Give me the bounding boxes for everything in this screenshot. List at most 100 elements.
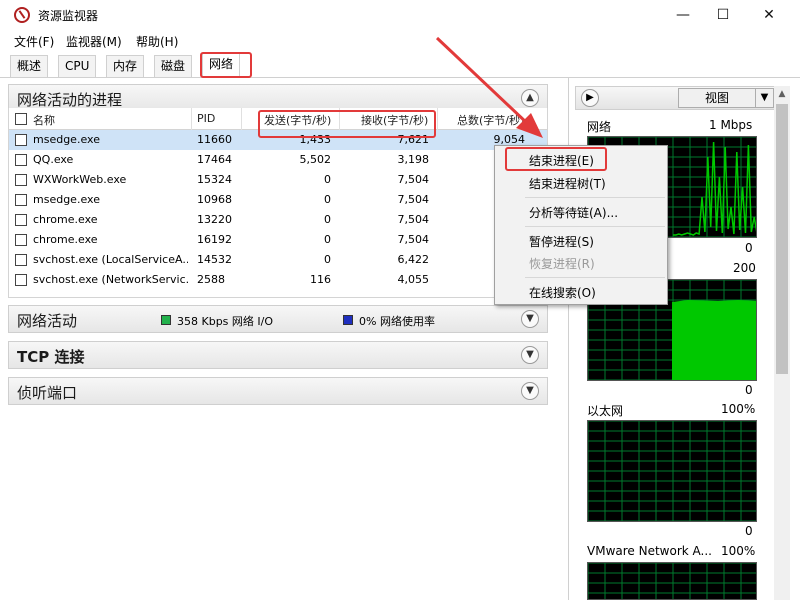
row-checkbox[interactable]	[15, 194, 27, 206]
process-name: QQ.exe	[33, 153, 74, 166]
tab-memory[interactable]: 内存	[106, 55, 145, 77]
menu-item-end-process[interactable]: 结束进程(E)	[529, 152, 594, 169]
graph-network-scale: 1 Mbps	[709, 118, 753, 132]
row-checkbox[interactable]	[15, 254, 27, 266]
process-send: 0	[324, 173, 331, 186]
process-table: 名称 PID 发送(字节/秒) 接收(字节/秒) 总数(字节/秒) msedge…	[8, 108, 548, 298]
column-pid[interactable]: PID	[197, 112, 215, 125]
process-receive: 7,504	[397, 173, 430, 186]
context-menu: 结束进程(E) 结束进程树(T) 分析等待链(A)... 暂停进程(S) 恢复进…	[494, 145, 668, 305]
process-name: svchost.exe (NetworkServic...	[33, 273, 188, 286]
column-name[interactable]: 名称	[33, 112, 55, 128]
process-pid: 15324	[197, 173, 232, 186]
column-receive[interactable]: 接收(字节/秒)	[361, 112, 428, 128]
process-receive: 7,504	[397, 193, 430, 206]
menu-separator	[525, 197, 665, 198]
table-row[interactable]: chrome.exe 16192 0 7,504	[9, 230, 547, 250]
process-send: 1,433	[299, 133, 332, 146]
view-dropdown-arrow-icon[interactable]: ▼	[756, 88, 774, 108]
menu-item-search-online[interactable]: 在线搜索(O)	[529, 284, 596, 301]
listen-section-header[interactable]: 侦听端口 ▼	[8, 377, 548, 405]
row-checkbox[interactable]	[15, 214, 27, 226]
process-pid: 11660	[197, 133, 232, 146]
process-pid: 10968	[197, 193, 232, 206]
graph-network-min: 0	[745, 241, 753, 255]
scroll-up-icon[interactable]: ▲	[774, 86, 790, 102]
row-checkbox[interactable]	[15, 174, 27, 186]
menu-item-end-process-tree[interactable]: 结束进程树(T)	[529, 175, 606, 192]
tab-disk[interactable]: 磁盘	[154, 55, 193, 77]
tcp-section-title: TCP 连接	[17, 348, 85, 366]
table-row[interactable]: svchost.exe (NetworkServic... 2588 116 4,05…	[9, 270, 547, 290]
process-send: 0	[324, 253, 331, 266]
process-pid: 14532	[197, 253, 232, 266]
listen-section-title: 侦听端口	[17, 384, 78, 402]
menu-file[interactable]: 文件(F)	[14, 33, 54, 50]
row-checkbox[interactable]	[15, 134, 27, 146]
menu-item-analyze-wait-chain[interactable]: 分析等待链(A)...	[529, 204, 618, 221]
column-total[interactable]: 总数(字节/秒)	[457, 112, 524, 128]
process-receive: 6,422	[397, 253, 430, 266]
scroll-thumb[interactable]	[776, 104, 788, 374]
network-usage-text: 0% 网络使用率	[359, 315, 435, 328]
graph-vmware-label: VMware Network A...	[587, 544, 712, 558]
column-divider[interactable]	[241, 108, 242, 130]
menu-separator	[525, 277, 665, 278]
title-bar[interactable]: 资源监视器 — ☐ ✕	[0, 0, 800, 30]
menu-separator	[525, 226, 665, 227]
menu-item-suspend-process[interactable]: 暂停进程(S)	[529, 233, 594, 250]
menu-item-resume-process: 恢复进程(R)	[529, 257, 595, 271]
table-row[interactable]: QQ.exe 17464 5,502 3,198	[9, 150, 547, 170]
vmware-graph	[587, 562, 757, 600]
column-divider[interactable]	[339, 108, 340, 130]
chevron-right-icon[interactable]: ▶	[581, 89, 599, 107]
process-receive: 7,504	[397, 213, 430, 226]
graph-scrollbar[interactable]: ▲	[774, 86, 790, 600]
column-send[interactable]: 发送(字节/秒)	[264, 112, 331, 128]
process-receive: 7,504	[397, 233, 430, 246]
process-pid: 17464	[197, 153, 232, 166]
column-divider[interactable]	[191, 108, 192, 130]
tab-overview[interactable]: 概述	[10, 55, 49, 77]
graph-ethernet-label: 以太网	[587, 404, 624, 418]
row-checkbox[interactable]	[15, 154, 27, 166]
process-send: 0	[324, 213, 331, 226]
expand-down-icon[interactable]: ▼	[521, 310, 539, 328]
maximize-button[interactable]: ☐	[700, 0, 746, 30]
process-pid: 13220	[197, 213, 232, 226]
tcp-section-header[interactable]: TCP 连接 ▼	[8, 341, 548, 369]
expand-down-icon[interactable]: ▼	[521, 346, 539, 364]
row-checkbox[interactable]	[15, 274, 27, 286]
tab-cpu[interactable]: CPU	[58, 55, 97, 77]
processes-section-title: 网络活动的进程	[17, 91, 123, 109]
column-divider[interactable]	[437, 108, 438, 130]
view-button[interactable]: 视图	[678, 88, 756, 108]
process-name: msedge.exe	[33, 193, 100, 206]
expand-down-icon[interactable]: ▼	[521, 382, 539, 400]
close-button[interactable]: ✕	[746, 0, 792, 30]
network-io-text: 358 Kbps 网络 I/O	[177, 315, 274, 328]
graph-connections-min: 0	[745, 383, 753, 397]
row-checkbox[interactable]	[15, 234, 27, 246]
resource-monitor-app-icon	[14, 7, 30, 23]
graph-ethernet-min: 0	[745, 524, 753, 538]
menu-help[interactable]: 帮助(H)	[136, 33, 178, 50]
select-all-checkbox[interactable]	[15, 113, 27, 125]
menu-monitor[interactable]: 监视器(M)	[66, 33, 122, 50]
collapse-up-icon[interactable]: ▲	[521, 89, 539, 107]
tab-network[interactable]: 网络	[202, 53, 241, 78]
graph-pane-header: ▶ 视图 ▼	[575, 86, 781, 110]
table-row[interactable]: WXWorkWeb.exe 15324 0 7,504	[9, 170, 547, 190]
tab-bar: 概述 CPU 内存 磁盘 网络	[0, 52, 800, 78]
process-pid: 16192	[197, 233, 232, 246]
table-row[interactable]: msedge.exe 11660 1,433 7,621 9,054	[9, 130, 547, 150]
process-send: 5,502	[299, 153, 332, 166]
table-row[interactable]: msedge.exe 10968 0 7,504	[9, 190, 547, 210]
process-receive: 7,621	[397, 133, 430, 146]
network-activity-title: 网络活动	[17, 312, 78, 330]
window-title: 资源监视器	[38, 9, 99, 23]
process-pid: 2588	[197, 273, 225, 286]
table-row[interactable]: chrome.exe 13220 0 7,504	[9, 210, 547, 230]
network-activity-header[interactable]: 网络活动 358 Kbps 网络 I/O 0% 网络使用率 ▼	[8, 305, 548, 333]
table-row[interactable]: svchost.exe (LocalServiceA... 14532 0 6,422	[9, 250, 547, 270]
